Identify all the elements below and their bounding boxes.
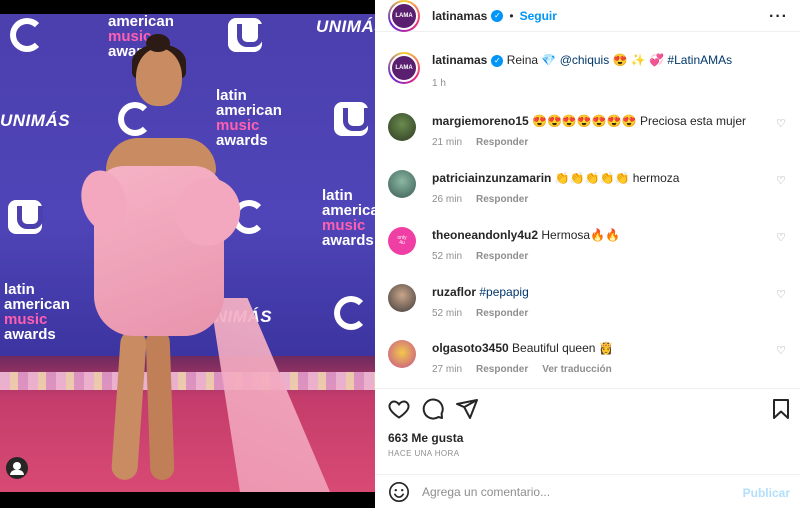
commenter-avatar[interactable] <box>388 170 416 198</box>
unimas-logo: UNIMÁS <box>316 17 375 36</box>
caption-avatar[interactable]: LAMA <box>388 52 420 84</box>
heart-icon[interactable] <box>387 397 411 421</box>
verified-badge-icon: ✓ <box>491 54 504 67</box>
woman-in-pink-dress <box>74 34 330 492</box>
comment-like-heart-icon[interactable]: ♡ <box>776 174 788 187</box>
author-username[interactable]: latinamas <box>432 9 487 23</box>
commenter-username[interactable]: patriciainzunzamarin <box>432 171 551 185</box>
follow-button[interactable]: Seguir <box>520 9 557 23</box>
comment-composer: Publicar <box>375 474 800 508</box>
caption-time: 1 h <box>432 78 446 89</box>
commenter-username[interactable]: margiemoreno15 <box>432 114 529 128</box>
comment-item: only 4u theoneandonly4u2 Hermosa🔥🔥 52 min… <box>388 227 788 262</box>
user-tag-icon[interactable] <box>6 457 28 479</box>
reply-button[interactable]: Responder <box>476 251 528 262</box>
lama-logo: latin american music awards <box>4 281 70 343</box>
see-translation-button[interactable]: Ver traducción <box>542 364 611 375</box>
unimas-logo: UNIMÁS <box>0 111 71 130</box>
reply-button[interactable]: Responder <box>476 194 528 205</box>
comment-time: 52 min <box>432 308 463 319</box>
verified-badge-icon: ✓ <box>491 9 504 22</box>
commenter-username[interactable]: theoneandonly4u2 <box>432 228 538 242</box>
univision-logo <box>228 18 263 52</box>
share-icon[interactable] <box>455 397 479 421</box>
comment-text: Hermosa🔥🔥 <box>541 228 620 242</box>
comment-time: 52 min <box>432 251 463 262</box>
post-header: LAMA latinamas ✓ • Seguir ··· <box>375 0 800 32</box>
commenter-username[interactable]: olgasoto3450 <box>432 341 509 355</box>
comment-input[interactable] <box>422 484 742 499</box>
comment-item: olgasoto3450 Beautiful queen 👸 27 min Res… <box>388 340 788 375</box>
comment-text: 😍😍😍😍😍😍😍 Preciosa esta mujer <box>532 114 747 128</box>
comment-item: margiemoreno15 😍😍😍😍😍😍😍 Preciosa esta muj… <box>388 113 788 148</box>
comment-text: 👏👏👏👏👏 hermoza <box>554 171 680 185</box>
comment-time: 26 min <box>432 194 463 205</box>
post-timestamp: HACE UNA HORA <box>388 449 460 458</box>
commenter-username[interactable]: ruzaflor <box>432 285 476 299</box>
author-avatar[interactable]: LAMA <box>388 0 420 32</box>
caption-hashtag[interactable]: #LatinAMAs <box>667 53 732 67</box>
post-caption: LAMA latinamas ✓ Reina 💎 @chiquis 😍 ✨ 💞 #… <box>388 52 788 92</box>
publish-button[interactable]: Publicar <box>743 486 790 500</box>
commenter-avatar[interactable] <box>388 340 416 368</box>
comment-like-heart-icon[interactable]: ♡ <box>776 231 788 244</box>
post-details-panel: LAMA latinamas ✓ • Seguir ··· LAMA latin… <box>375 0 800 508</box>
likes-count[interactable]: 663 Me gusta <box>388 431 463 445</box>
galavision-logo <box>334 296 368 330</box>
comment-like-heart-icon[interactable]: ♡ <box>776 344 788 357</box>
univision-logo <box>8 200 43 234</box>
comment-icon[interactable] <box>421 397 445 421</box>
caption-username[interactable]: latinamas <box>432 53 487 67</box>
post-photo[interactable]: american music awards latin american mus… <box>0 0 375 508</box>
reply-button[interactable]: Responder <box>476 308 528 319</box>
comment-item: patriciainzunzamarin 👏👏👏👏👏 hermoza 26 mi… <box>388 170 788 205</box>
caption-mention[interactable]: @chiquis <box>560 53 610 67</box>
caption-emojis: 😍 ✨ 💞 <box>612 53 665 67</box>
emoji-icon[interactable] <box>388 481 410 503</box>
post-actions-bar <box>375 388 800 424</box>
comment-time: 27 min <box>432 364 463 375</box>
commenter-avatar[interactable] <box>388 284 416 312</box>
comment-item: ruzaflor #pepapig 52 min Responder ♡ <box>388 284 788 319</box>
caption-text: Reina 💎 <box>506 53 557 67</box>
separator: • <box>509 8 514 23</box>
commenter-avatar[interactable]: only 4u <box>388 227 416 255</box>
reply-button[interactable]: Responder <box>476 137 528 148</box>
more-options-icon[interactable]: ··· <box>769 8 788 26</box>
comment-like-heart-icon[interactable]: ♡ <box>776 288 788 301</box>
univision-logo <box>334 102 369 136</box>
bookmark-icon[interactable] <box>769 397 793 421</box>
reply-button[interactable]: Responder <box>476 364 528 375</box>
comment-hashtag[interactable]: #pepapig <box>479 285 528 299</box>
comment-time: 21 min <box>432 137 463 148</box>
commenter-avatar[interactable] <box>388 113 416 141</box>
galavision-logo <box>10 18 44 52</box>
comment-text: Beautiful queen 👸 <box>512 341 614 355</box>
comment-like-heart-icon[interactable]: ♡ <box>776 117 788 130</box>
